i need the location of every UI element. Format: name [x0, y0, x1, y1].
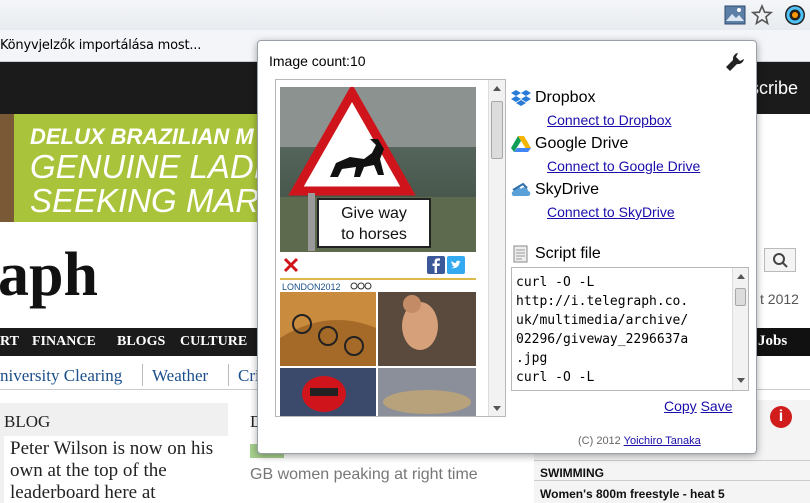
- skydrive-icon: [511, 182, 531, 196]
- section-divider: [534, 480, 810, 481]
- scroll-up-icon[interactable]: [493, 86, 501, 91]
- olympics-photo-collage: LONDON2012: [280, 278, 476, 416]
- skydrive-label: SkyDrive: [535, 181, 600, 198]
- sign-text-2: to horses: [341, 226, 407, 243]
- page-date: t 2012: [760, 291, 799, 307]
- image-list[interactable]: Give way to horses LONDON2012: [275, 79, 506, 417]
- image-thumbnail-olympics[interactable]: LONDON2012: [280, 278, 476, 416]
- dropbox-label: Dropbox: [535, 89, 596, 106]
- image-extension-icon[interactable]: [724, 4, 746, 26]
- advert-banner[interactable]: DELUX BRAZILIAN M GENUINE LADIES SEEKING…: [0, 114, 300, 222]
- advert-line-1: DELUX BRAZILIAN M: [30, 124, 254, 149]
- blog-heading: BLOG: [4, 412, 51, 431]
- bookmark-star-icon[interactable]: [751, 4, 773, 26]
- extension-popup: Image count:10 Give way to horses LONDON…: [257, 40, 757, 454]
- olympic-label: LONDON2012: [282, 282, 341, 292]
- info-icon[interactable]: i: [770, 406, 792, 428]
- image-actions: [280, 255, 476, 275]
- import-bookmarks-link[interactable]: Könyvjelzők importálása most...: [0, 38, 201, 53]
- connect-skydrive-link[interactable]: Connect to SkyDrive: [547, 204, 675, 220]
- subnav-divider: [228, 364, 229, 386]
- advert-image: [0, 114, 14, 222]
- scroll-up-icon[interactable]: [737, 274, 745, 279]
- nav-item-finance[interactable]: FINANCE: [32, 334, 96, 350]
- facebook-icon[interactable]: [427, 256, 445, 274]
- scrollbar-thumb[interactable]: [735, 288, 746, 306]
- sign-text-1: Give way: [341, 205, 407, 222]
- copy-link[interactable]: Copy: [664, 398, 697, 414]
- connect-dropbox-link[interactable]: Connect to Dropbox: [547, 112, 672, 128]
- site-logo[interactable]: aph: [0, 240, 98, 311]
- search-icon: [773, 253, 788, 268]
- author-link[interactable]: Yoichiro Tanaka: [624, 435, 701, 447]
- dropbox-icon: [511, 90, 531, 106]
- browser-toolbar: [0, 0, 810, 30]
- image-count-label: Image count:10: [269, 53, 366, 69]
- popup-footer: (C) 2012 Yoichiro Tanaka: [578, 435, 701, 447]
- scroll-down-icon[interactable]: [493, 406, 501, 411]
- delete-icon[interactable]: [283, 257, 299, 273]
- give-way-sign-photo: Give way to horses: [280, 87, 476, 252]
- section-item[interactable]: Women's 800m freestyle - heat 5: [540, 487, 725, 501]
- image-thumbnail-give-way[interactable]: Give way to horses: [280, 87, 476, 252]
- script-scrollbar[interactable]: [732, 268, 748, 390]
- nav-item-blogs[interactable]: BLOGS: [117, 334, 165, 350]
- section-divider: [534, 460, 810, 461]
- blog-excerpt[interactable]: Peter Wilson is now on his own at the to…: [4, 436, 228, 503]
- scroll-down-icon[interactable]: [737, 378, 745, 383]
- scrollbar-thumb[interactable]: [491, 101, 503, 159]
- subnav-weather[interactable]: Weather: [152, 366, 208, 386]
- script-file-icon: [513, 245, 528, 263]
- connect-google-drive-link[interactable]: Connect to Google Drive: [547, 158, 700, 174]
- script-file-label: Script file: [535, 245, 601, 262]
- google-drive-label: Google Drive: [535, 135, 629, 152]
- twitter-icon[interactable]: [447, 256, 465, 274]
- nav-item-sport[interactable]: RT: [0, 334, 19, 350]
- wrench-icon[interactable]: [724, 51, 746, 73]
- google-drive-icon: [511, 136, 531, 152]
- site-search-button[interactable]: [764, 248, 796, 272]
- subscribe-link[interactable]: scribe: [750, 78, 798, 99]
- mid-column-headline[interactable]: GB women peaking at right time: [250, 466, 478, 484]
- script-actions: Copy Save: [664, 398, 733, 414]
- nav-item-culture[interactable]: CULTURE: [180, 334, 247, 350]
- copyright-text: (C) 2012: [578, 435, 621, 447]
- nav-item-jobs[interactable]: Jobs: [752, 328, 810, 356]
- save-link[interactable]: Save: [701, 398, 733, 414]
- section-heading-swimming: SWIMMING: [540, 466, 604, 480]
- script-textarea[interactable]: curl -O -L http://i.telegraph.co. uk/mul…: [511, 267, 749, 391]
- subnav-divider: [142, 364, 143, 386]
- script-content: curl -O -L http://i.telegraph.co. uk/mul…: [516, 275, 689, 390]
- image-list-scrollbar[interactable]: [488, 80, 505, 416]
- color-extension-icon[interactable]: [784, 4, 806, 26]
- subnav-university-clearing[interactable]: niversity Clearing: [0, 366, 122, 386]
